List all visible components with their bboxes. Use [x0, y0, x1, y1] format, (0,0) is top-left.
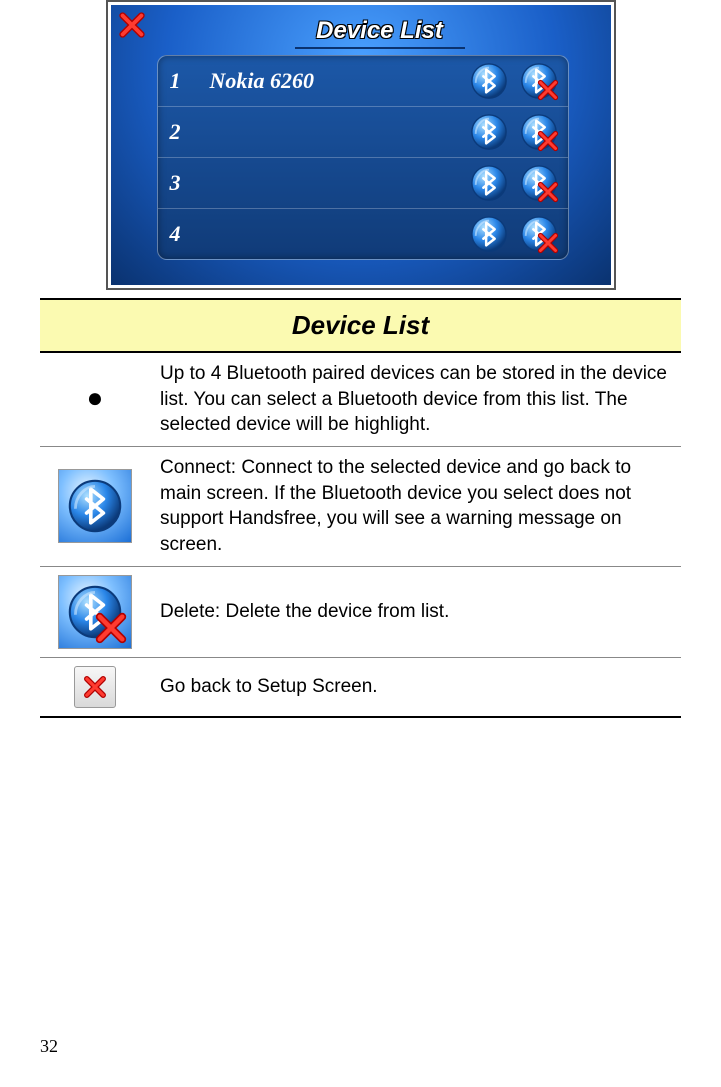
bluetooth-delete-icon[interactable]	[520, 113, 558, 151]
bluetooth-connect-icon[interactable]	[470, 164, 508, 202]
close-button[interactable]	[115, 8, 149, 42]
device-name: Nokia 6260	[200, 68, 470, 94]
row-number: 1	[158, 68, 200, 94]
row-number: 2	[158, 119, 200, 145]
bluetooth-delete-icon	[58, 575, 132, 649]
legend-text: Delete: Delete the device from list.	[150, 566, 681, 657]
close-icon	[117, 10, 147, 40]
bluetooth-delete-icon[interactable]	[520, 62, 558, 100]
legend-text: Up to 4 Bluetooth paired devices can be …	[150, 352, 681, 446]
row-number: 3	[158, 170, 200, 196]
device-row-1[interactable]: 1 Nokia 6260	[158, 56, 568, 107]
table-row: Delete: Delete the device from list.	[40, 566, 681, 657]
bluetooth-connect-icon[interactable]	[470, 113, 508, 151]
table-row: ● Up to 4 Bluetooth paired devices can b…	[40, 352, 681, 446]
table-row: Go back to Setup Screen.	[40, 657, 681, 717]
page-number: 32	[40, 1036, 58, 1057]
device-screenshot: Device List 1 Nokia 6260	[106, 0, 616, 290]
bluetooth-connect-icon[interactable]	[470, 62, 508, 100]
close-icon	[74, 666, 116, 708]
bluetooth-connect-icon	[58, 469, 132, 543]
bluetooth-delete-icon[interactable]	[520, 164, 558, 202]
device-list-panel: 1 Nokia 6260 2	[157, 55, 569, 260]
bullet-icon: ●	[87, 382, 104, 413]
device-row-4[interactable]: 4	[158, 209, 568, 259]
bluetooth-delete-icon[interactable]	[520, 215, 558, 253]
screen-title: Device List	[316, 17, 443, 45]
screen-title-bar: Device List	[161, 13, 599, 49]
table-header: Device List	[40, 299, 681, 352]
device-row-3[interactable]: 3	[158, 158, 568, 209]
legend-text: Go back to Setup Screen.	[150, 657, 681, 717]
legend-table: Device List ● Up to 4 Bluetooth paired d…	[40, 298, 681, 718]
bluetooth-connect-icon[interactable]	[470, 215, 508, 253]
legend-text: Connect: Connect to the selected device …	[150, 447, 681, 567]
device-row-2[interactable]: 2	[158, 107, 568, 158]
table-row: Connect: Connect to the selected device …	[40, 447, 681, 567]
row-number: 4	[158, 221, 200, 247]
